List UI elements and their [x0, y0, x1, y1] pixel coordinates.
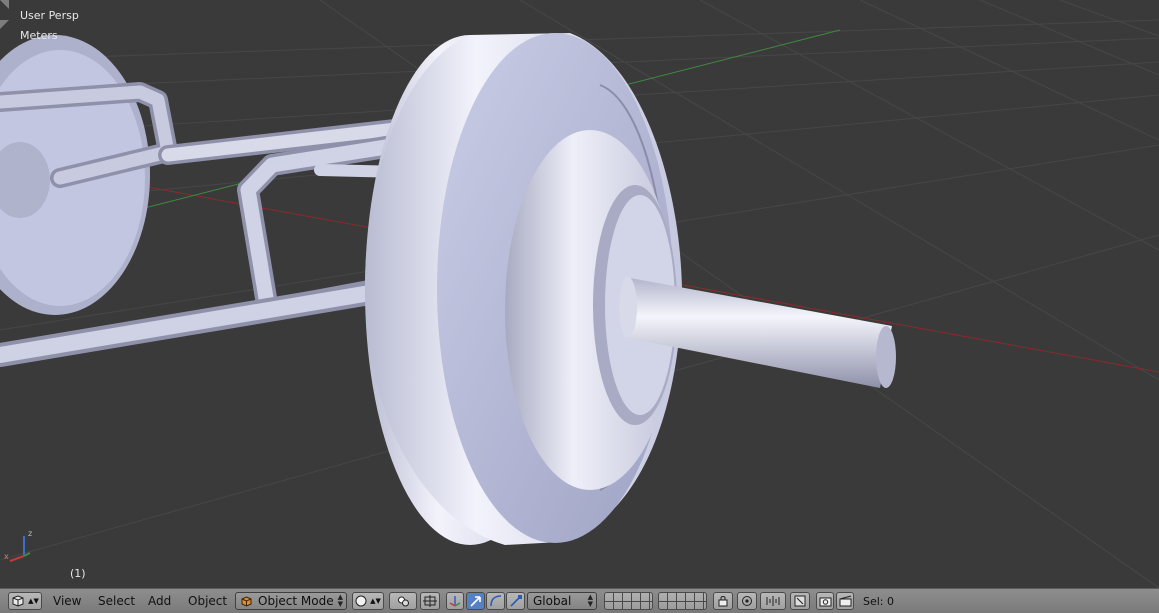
clapperboard-icon: [839, 595, 851, 607]
lock-layers-button[interactable]: [713, 592, 733, 610]
snap-element-button[interactable]: [760, 592, 786, 610]
shading-arrows-icon: ▲▼: [370, 597, 381, 605]
snap-toggle-button[interactable]: [790, 592, 810, 610]
rotate-button[interactable]: [486, 592, 505, 610]
3d-view-header: ▲▼ View Select Add Object Object Mode ▲ ▼…: [0, 588, 1159, 613]
manipulator-toggle-icon: [449, 596, 461, 607]
camera-render-icon: [819, 597, 831, 607]
viewport-scene: [0, 0, 1159, 588]
orientation-arrows-icon: ▲ ▼: [587, 593, 593, 608]
transform-orientation-dropdown[interactable]: Global ▲ ▼: [527, 592, 597, 610]
pivot-point-icon: [397, 596, 409, 606]
x-axis-label: x: [4, 552, 9, 561]
pivot-align-button[interactable]: [420, 592, 440, 610]
menu-add[interactable]: Add: [148, 594, 171, 608]
opengl-render-button[interactable]: [816, 592, 834, 610]
proportional-edit-icon: [742, 596, 752, 606]
lock-icon: [718, 596, 728, 607]
rotate-icon: [489, 595, 501, 607]
editor-type-arrows-icon: ▲▼: [28, 597, 39, 605]
axis-gizmo: z x: [4, 529, 32, 562]
opengl-animation-button[interactable]: [836, 592, 854, 610]
corner-widget-top-left[interactable]: [0, 20, 9, 29]
proportional-edit-button[interactable]: [737, 592, 757, 610]
align-icon: [423, 595, 437, 607]
units-label: Meters: [20, 29, 58, 42]
layer-buttons-group-1[interactable]: [604, 592, 653, 610]
layer-buttons-group-2[interactable]: [658, 592, 707, 610]
viewport-shading-button[interactable]: ▲▼: [352, 592, 384, 610]
menu-view[interactable]: View: [53, 594, 81, 608]
3d-viewport[interactable]: User Persp Meters z x (1): [0, 0, 1159, 588]
solid-shading-sphere-icon: [355, 595, 367, 607]
frame-number: (1): [70, 567, 86, 580]
snap-magnet-icon: [794, 595, 806, 607]
view-name-label: User Persp: [20, 9, 79, 22]
z-axis-label: z: [28, 529, 32, 538]
scale-button[interactable]: [506, 592, 525, 610]
translate-icon: [469, 596, 481, 607]
menu-select[interactable]: Select: [98, 594, 135, 608]
scale-icon: [509, 595, 522, 607]
snap-increment-icon: [766, 596, 780, 606]
pivot-point-button[interactable]: [389, 592, 417, 610]
menu-object[interactable]: Object: [188, 594, 227, 608]
selection-count: Sel: 0: [863, 595, 895, 608]
object-mode-cube-icon: [241, 595, 252, 607]
translate-button[interactable]: [466, 592, 485, 610]
corner-widget-top-right[interactable]: [0, 0, 9, 9]
mode-dropdown[interactable]: Object Mode ▲ ▼: [235, 592, 347, 610]
mode-arrows-icon: ▲ ▼: [337, 593, 343, 608]
orientation-label: Global: [533, 594, 572, 608]
mode-label: Object Mode: [258, 594, 334, 608]
editor-type-button[interactable]: ▲▼: [8, 592, 42, 610]
3d-view-icon: [12, 595, 24, 607]
manipulator-toggle-button[interactable]: [446, 592, 464, 610]
